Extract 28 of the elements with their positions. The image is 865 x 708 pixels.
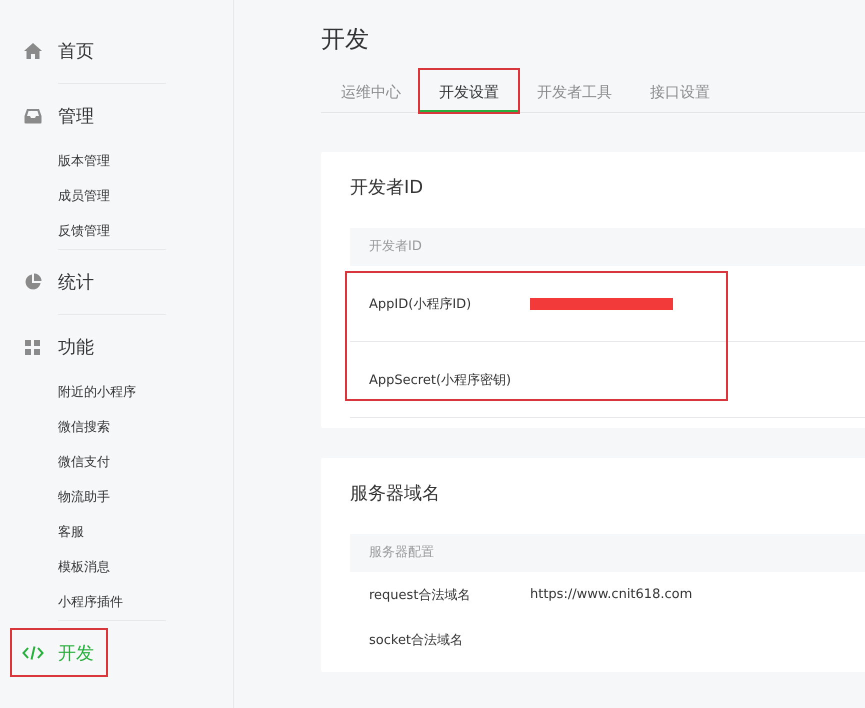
nav-subitem[interactable]: 附近的小程序 (58, 375, 233, 410)
nav-subitem[interactable]: 版本管理 (58, 144, 233, 179)
nav-subitem[interactable]: 微信支付 (58, 445, 233, 480)
row-value: https://www.cnit618.com (530, 587, 692, 602)
inbox-icon (22, 108, 44, 124)
nav-item[interactable]: 功能 (12, 329, 106, 365)
page-title: 开发 (321, 24, 370, 55)
row-label: request合法域名 (369, 586, 472, 604)
nav-subitem[interactable]: 模板消息 (58, 550, 233, 585)
nav-item[interactable]: 统计 (12, 264, 106, 300)
row-label: AppSecret(小程序密钥) (369, 372, 512, 388)
nav-subitem[interactable]: 反馈管理 (58, 214, 233, 249)
table-header: 开发者ID (350, 228, 865, 266)
table-header: 服务器配置 (350, 534, 865, 572)
code-icon (22, 644, 44, 660)
nav-subitem[interactable]: 微信搜索 (58, 410, 233, 445)
nav-subitem[interactable]: 物流助手 (58, 480, 233, 515)
nav-item[interactable]: 首页 (12, 33, 106, 69)
row-label: AppID(小程序ID) (369, 296, 472, 312)
row-label: socket合法域名 (369, 632, 464, 648)
section-title: 服务器域名 (350, 482, 441, 506)
nav-subitem[interactable]: 小程序插件 (58, 585, 233, 620)
tab[interactable]: 开发设置 (420, 70, 518, 112)
nav-subitem[interactable]: 成员管理 (58, 179, 233, 214)
nav-subitem[interactable]: 客服 (58, 515, 233, 550)
section-title: 开发者ID (350, 176, 424, 200)
nav-item[interactable]: 管理 (12, 98, 106, 134)
home-icon (22, 42, 44, 60)
